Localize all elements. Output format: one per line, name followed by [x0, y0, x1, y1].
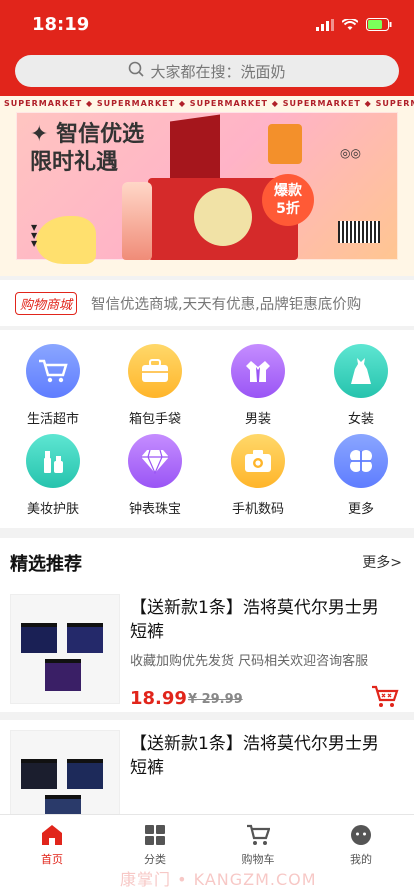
tab-cart[interactable]: 购物车	[218, 823, 298, 867]
banner-right-strip	[398, 112, 414, 260]
category-grid: 生活超市 箱包手袋 男装 女装 美妆护肤 钟表珠宝 手机数码 更多	[0, 330, 414, 528]
banner-title: ✦ 智信优选 限时礼遇	[30, 121, 144, 177]
product-desc: 收藏加购优先发货 尺码相关欢迎咨询客服	[130, 654, 369, 669]
clover-icon	[334, 434, 388, 488]
category-womenswear[interactable]: 女装	[321, 344, 401, 427]
notice-tag: 购物商城	[15, 291, 78, 315]
wifi-icon	[341, 16, 359, 35]
suit-icon	[231, 344, 285, 398]
search-placeholder: 大家都在搜：洗面奶	[150, 62, 286, 81]
tab-home[interactable]: 首页	[12, 823, 92, 867]
banner-glass-image	[268, 124, 302, 164]
camera-icon	[231, 434, 285, 488]
badge-line2: 5折	[276, 201, 300, 217]
recommend-more-link[interactable]: 更多>	[362, 552, 402, 572]
dress-icon	[334, 344, 388, 398]
category-life-market[interactable]: 生活超市	[13, 344, 93, 427]
product-card[interactable]: 【送新款1条】浩将莫代尔男士男短裤	[0, 730, 414, 814]
home-icon	[12, 823, 92, 847]
status-bar: 18:19	[0, 0, 414, 48]
signal-icon	[316, 16, 334, 35]
product-image	[10, 594, 120, 704]
product-price: 18.99	[130, 688, 187, 709]
notice-text: 智信优选商城,天天有优惠,品牌钜惠底价购	[91, 296, 362, 313]
cart-icon	[372, 685, 399, 707]
search-bar[interactable]: 大家都在搜：洗面奶	[15, 55, 399, 87]
category-more[interactable]: 更多	[321, 434, 401, 517]
recommend-title: 精选推荐	[10, 554, 82, 575]
product-title: 【送新款1条】浩将莫代尔男士男短裤	[130, 734, 379, 778]
cart-icon	[218, 823, 298, 847]
category-label: 美妆护肤	[26, 502, 79, 517]
section-divider	[0, 712, 414, 720]
notice-bar[interactable]: 购物商城 智信优选商城,天天有优惠,品牌钜惠底价购	[0, 280, 414, 326]
briefcase-icon	[128, 344, 182, 398]
category-bags[interactable]: 箱包手袋	[115, 344, 195, 427]
battery-icon	[366, 16, 392, 35]
product-card[interactable]: 【送新款1条】浩将莫代尔男士男短裤 收藏加购优先发货 尺码相关欢迎咨询客服 18…	[0, 594, 414, 712]
category-menswear[interactable]: 男装	[218, 344, 298, 427]
banner-discount-badge: 爆款 5折	[262, 174, 314, 226]
tab-label: 购物车	[241, 853, 275, 866]
watermark: 康掌门 • KANGZM.COM	[120, 870, 317, 889]
category-label: 手机数码	[231, 502, 284, 517]
category-cosmetics[interactable]: 美妆护肤	[13, 434, 93, 517]
product-image	[10, 730, 120, 814]
banner-symbol-decoration: ◎◎	[340, 146, 361, 160]
banner-title-line1: ✦ 智信优选	[30, 122, 145, 147]
tab-label: 分类	[144, 853, 166, 866]
chat-face-icon	[321, 823, 401, 847]
search-icon	[128, 61, 145, 81]
cosmetics-icon	[26, 434, 80, 488]
status-time: 18:19	[32, 14, 90, 35]
cart-icon	[26, 344, 80, 398]
banner-title-line2: 限时礼遇	[30, 150, 119, 175]
banner-left-strip	[0, 112, 16, 260]
category-label: 钟表珠宝	[128, 502, 181, 517]
status-icons	[316, 16, 392, 35]
category-label: 箱包手袋	[128, 412, 181, 427]
category-label: 女装	[347, 412, 374, 427]
category-label: 生活超市	[26, 412, 79, 427]
banner-top-strip: SUPERMARKET ◆ SUPERMARKET ◆ SUPERMARKET …	[0, 96, 414, 112]
header: 18:19 大家都在搜：洗面奶	[0, 0, 414, 96]
tab-profile[interactable]: 我的	[321, 823, 401, 867]
badge-line1: 爆款	[274, 183, 302, 199]
tab-label: 首页	[41, 853, 63, 866]
category-label: 更多	[347, 502, 374, 517]
promo-banner[interactable]: SUPERMARKET ◆ SUPERMARKET ◆ SUPERMARKET …	[0, 96, 414, 276]
diamond-icon	[128, 434, 182, 488]
product-title: 【送新款1条】浩将莫代尔男士男短裤	[130, 598, 379, 642]
category-digital[interactable]: 手机数码	[218, 434, 298, 517]
banner-bottle-image	[122, 182, 152, 260]
grid-icon	[115, 823, 195, 847]
tab-label: 我的	[350, 853, 372, 866]
product-old-price: ¥ 29.99	[188, 692, 243, 707]
category-jewelry[interactable]: 钟表珠宝	[115, 434, 195, 517]
banner-chips-decoration	[36, 216, 96, 264]
tab-category[interactable]: 分类	[115, 823, 195, 867]
banner-arrow-decoration: ▼ ▼ ▼	[31, 223, 38, 248]
category-label: 男装	[244, 412, 271, 427]
banner-barcode	[338, 221, 380, 243]
add-to-cart-button[interactable]	[370, 684, 400, 710]
